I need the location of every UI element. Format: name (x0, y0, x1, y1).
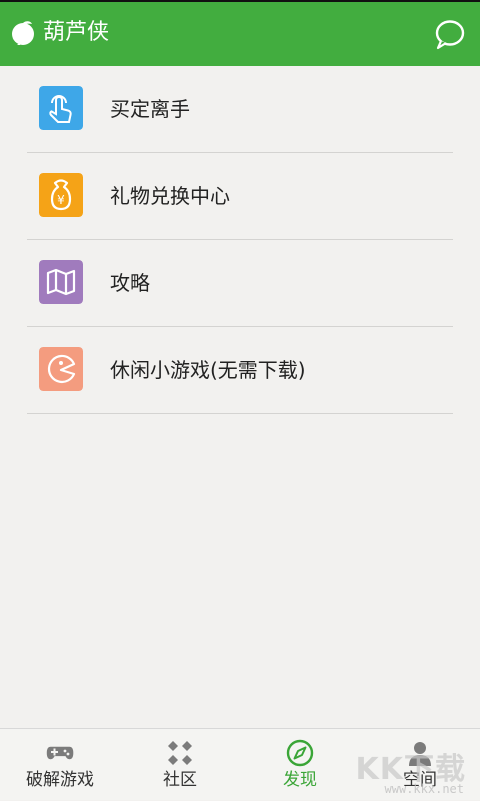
app-title: 葫芦侠 (43, 20, 110, 45)
discover-item-label: 休闲小游戏(无需下载) (110, 358, 306, 382)
top-app-bar: 葫芦侠 (0, 0, 480, 66)
discover-item-label: 买定离手 (110, 97, 190, 121)
gamepad-icon (46, 746, 74, 760)
discover-item-gift-center[interactable]: ¥ 礼物兑换中心 (27, 153, 453, 240)
bottom-navigation: 破解游戏 社区 发现 空间 (0, 728, 480, 800)
discover-item-casual-games[interactable]: 休闲小游戏(无需下载) (27, 327, 453, 414)
tab-label: 发现 (283, 770, 317, 790)
gourd-logo-icon (12, 21, 34, 45)
map-icon (39, 260, 83, 304)
touch-hand-icon (39, 86, 83, 130)
tab-label: 空间 (403, 770, 437, 790)
tab-label: 社区 (163, 770, 197, 790)
chat-bubble-icon[interactable] (434, 18, 466, 50)
discover-item-label: 礼物兑换中心 (110, 184, 230, 208)
svg-text:¥: ¥ (57, 193, 65, 207)
tab-profile[interactable]: 空间 (360, 729, 480, 801)
tab-label: 破解游戏 (26, 770, 94, 790)
person-icon (409, 742, 431, 766)
tab-community[interactable]: 社区 (120, 729, 240, 801)
discover-list: 买定离手 ¥ 礼物兑换中心 攻略 休闲小游戏(无需下载) (0, 66, 480, 414)
discover-item-bet[interactable]: 买定离手 (27, 66, 453, 153)
gift-bag-icon: ¥ (39, 173, 83, 217)
compass-icon (286, 739, 314, 767)
tab-cracked-games[interactable]: 破解游戏 (0, 729, 120, 801)
discover-item-guides[interactable]: 攻略 (27, 240, 453, 327)
tab-discover[interactable]: 发现 (240, 729, 360, 801)
discover-item-label: 攻略 (110, 271, 150, 295)
pacman-icon (39, 347, 83, 391)
grid-icon (168, 741, 192, 765)
